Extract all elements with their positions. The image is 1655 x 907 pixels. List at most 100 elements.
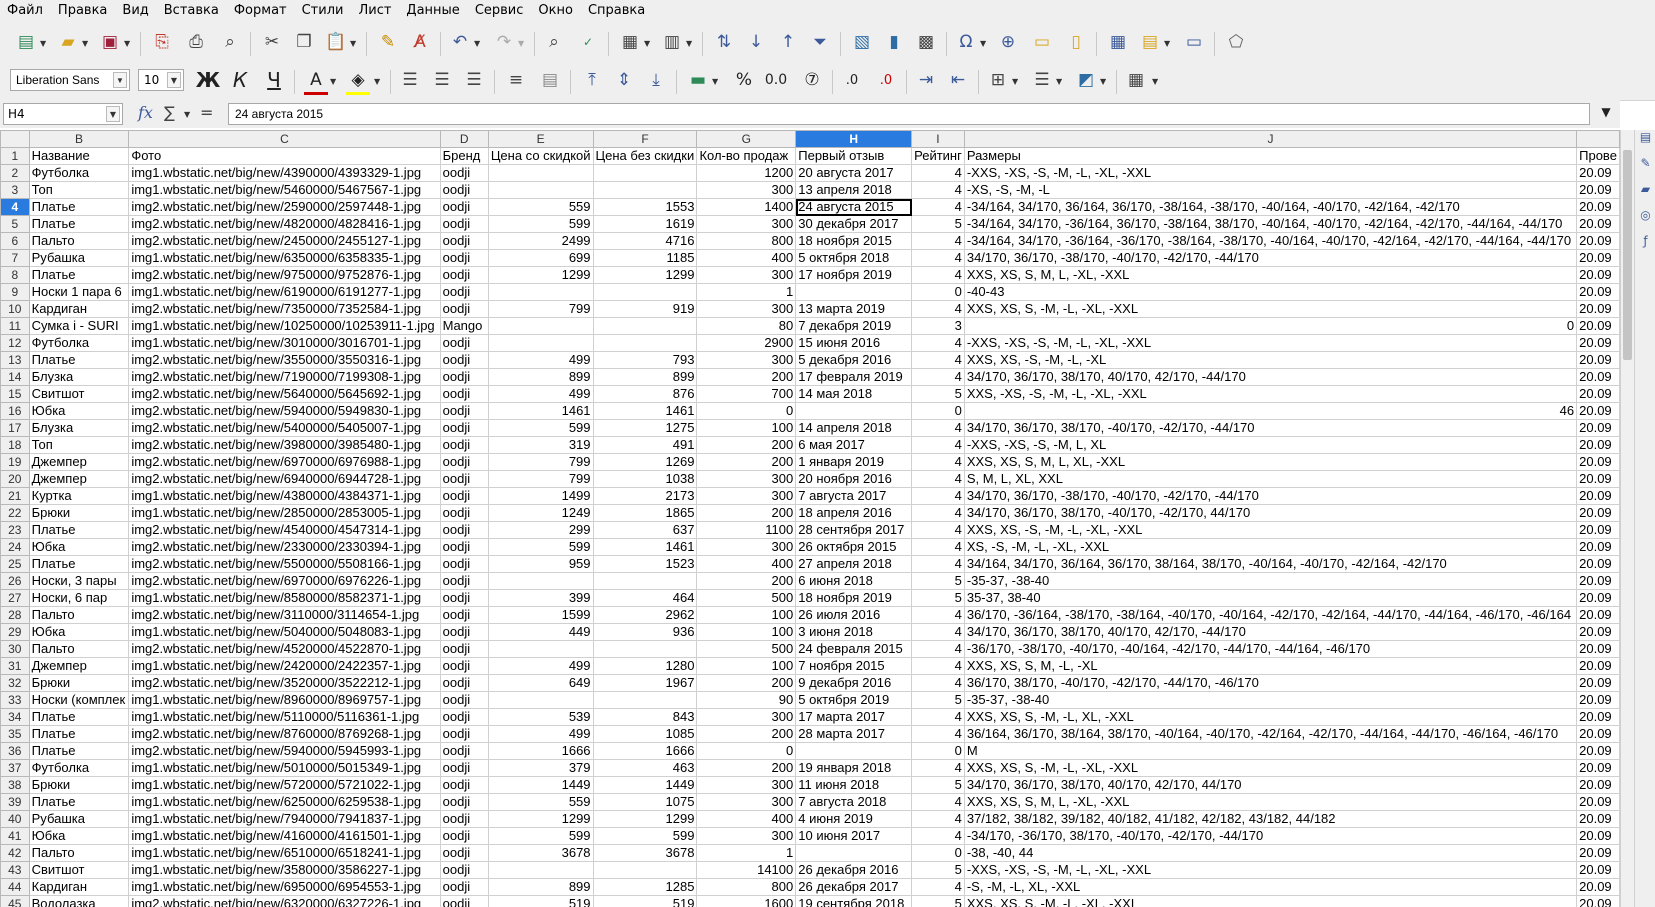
cell[interactable]: [487, 317, 594, 335]
cell[interactable]: img1.wbstatic.net/big/new/2850000/285300…: [128, 504, 441, 522]
row-header[interactable]: 35: [0, 725, 30, 743]
cell[interactable]: Куртка: [28, 487, 130, 505]
cell[interactable]: 20.09: [1576, 232, 1620, 250]
redo-icon[interactable]: ↷: [492, 30, 516, 54]
insert-image-icon[interactable]: ▧: [850, 30, 874, 54]
cell[interactable]: [795, 402, 913, 420]
cell[interactable]: Платье: [28, 351, 130, 369]
cell[interactable]: img1.wbstatic.net/big/new/6250000/625953…: [128, 793, 441, 811]
cell[interactable]: Рубашка: [28, 810, 130, 828]
highlight-color-icon[interactable]: ◈: [346, 68, 370, 95]
cell[interactable]: img2.wbstatic.net/big/new/5940000/594983…: [128, 402, 441, 420]
row-header[interactable]: 13: [0, 351, 30, 369]
cell[interactable]: oodji: [439, 521, 489, 539]
date-format-icon[interactable]: ⑦: [800, 68, 824, 92]
cell[interactable]: Носки, 6 пар: [28, 589, 130, 607]
sum-dropdown-icon[interactable]: ▼: [184, 110, 190, 119]
cell[interactable]: 1075: [592, 793, 698, 811]
cell[interactable]: 20.09: [1576, 555, 1620, 573]
cell[interactable]: 799: [487, 470, 594, 488]
row-header[interactable]: 18: [0, 436, 30, 454]
row-header[interactable]: 20: [0, 470, 30, 488]
cell[interactable]: 20.09: [1576, 164, 1620, 182]
cell[interactable]: 5: [911, 895, 965, 907]
cell[interactable]: 20.09: [1576, 487, 1620, 505]
open-dropdown-icon[interactable]: ▼: [82, 39, 88, 48]
cell[interactable]: 1100: [696, 521, 797, 539]
cell[interactable]: 3678: [592, 844, 698, 862]
cell[interactable]: 20.09: [1576, 198, 1620, 216]
cell[interactable]: -XXS, -XS, -S, -M, -L, -XL, -XXL: [963, 164, 1578, 182]
cell[interactable]: 20.09: [1576, 827, 1620, 845]
cell[interactable]: 20.09: [1576, 657, 1620, 675]
cell[interactable]: Юбка: [28, 402, 130, 420]
cell[interactable]: img2.wbstatic.net/big/new/7190000/719930…: [128, 368, 441, 386]
cell[interactable]: 14 мая 2018: [795, 385, 913, 403]
cell[interactable]: 1: [696, 844, 797, 862]
cell[interactable]: 20.09: [1576, 810, 1620, 828]
row-header[interactable]: 43: [0, 861, 30, 879]
row-header[interactable]: 10: [0, 300, 30, 318]
undo-dropdown-icon[interactable]: ▼: [474, 39, 480, 48]
cell[interactable]: 1200: [696, 164, 797, 182]
cell[interactable]: 200: [696, 725, 797, 743]
row-header[interactable]: 3: [0, 181, 30, 199]
properties-icon[interactable]: ▤: [1635, 130, 1655, 156]
cell[interactable]: 2900: [696, 334, 797, 352]
freeze-dropdown-icon[interactable]: ▼: [1164, 39, 1170, 48]
cell[interactable]: 4: [911, 759, 965, 777]
row-header[interactable]: 8: [0, 266, 30, 284]
print-preview-icon[interactable]: ⌕: [218, 30, 242, 54]
cell[interactable]: img1.wbstatic.net/big/new/10250000/10253…: [128, 317, 441, 335]
cell[interactable]: 1461: [592, 402, 698, 420]
cell[interactable]: oodji: [439, 759, 489, 777]
cell[interactable]: Платье: [28, 521, 130, 539]
cell[interactable]: 200: [696, 759, 797, 777]
cell[interactable]: 793: [592, 351, 698, 369]
cell[interactable]: img2.wbstatic.net/big/new/2590000/259744…: [128, 198, 441, 216]
cell[interactable]: 34/170, 36/170, -38/170, -40/170, -42/17…: [963, 487, 1578, 505]
cell[interactable]: 300: [696, 708, 797, 726]
cell[interactable]: oodji: [439, 674, 489, 692]
cell[interactable]: 5: [911, 776, 965, 794]
cell[interactable]: 20.09: [1576, 300, 1620, 318]
underline-button[interactable]: Ч: [262, 68, 286, 92]
cell[interactable]: oodji: [439, 725, 489, 743]
align-left-icon[interactable]: ☰: [398, 68, 422, 92]
borders-dropdown-icon[interactable]: ▼: [1012, 77, 1018, 86]
cell[interactable]: img2.wbstatic.net/big/new/5940000/594599…: [128, 742, 441, 760]
cell[interactable]: 0: [911, 402, 965, 420]
cell[interactable]: 499: [487, 385, 594, 403]
row-header[interactable]: 45: [0, 895, 30, 907]
cell[interactable]: Mango: [439, 317, 489, 335]
cell[interactable]: 4: [911, 827, 965, 845]
cell[interactable]: 400: [696, 555, 797, 573]
cell[interactable]: Юбка: [28, 827, 130, 845]
cell[interactable]: 18 ноября 2015: [795, 232, 913, 250]
row-icon[interactable]: ▦: [618, 30, 642, 54]
cut-icon[interactable]: ✂: [260, 30, 284, 54]
cell[interactable]: 34/164, 34/170, 36/164, 36/170, 38/164, …: [963, 555, 1578, 573]
cell[interactable]: img1.wbstatic.net/big/new/2420000/242235…: [128, 657, 441, 675]
cell[interactable]: 20.09: [1576, 776, 1620, 794]
cell[interactable]: 4: [911, 181, 965, 199]
cell[interactable]: 6 мая 2017: [795, 436, 913, 454]
cell[interactable]: [487, 640, 594, 658]
cell[interactable]: oodji: [439, 776, 489, 794]
cell[interactable]: Платье: [28, 742, 130, 760]
cell[interactable]: 5: [911, 861, 965, 879]
cell[interactable]: 464: [592, 589, 698, 607]
chevron-down-icon[interactable]: ▼: [113, 72, 127, 88]
cell[interactable]: XS, -S, -M, -L, -XL, -XXL: [963, 538, 1578, 556]
cell[interactable]: 4: [911, 436, 965, 454]
cell[interactable]: 1967: [592, 674, 698, 692]
cell[interactable]: img1.wbstatic.net/big/new/3580000/358622…: [128, 861, 441, 879]
menu-item[interactable]: Вид: [115, 0, 156, 20]
cell[interactable]: 90: [696, 691, 797, 709]
cell[interactable]: 20.09: [1576, 419, 1620, 437]
cell[interactable]: 100: [696, 606, 797, 624]
cell[interactable]: oodji: [439, 470, 489, 488]
clone-formatting-icon[interactable]: ✎: [376, 30, 400, 54]
row-header[interactable]: 24: [0, 538, 30, 556]
cell[interactable]: 7 ноября 2015: [795, 657, 913, 675]
